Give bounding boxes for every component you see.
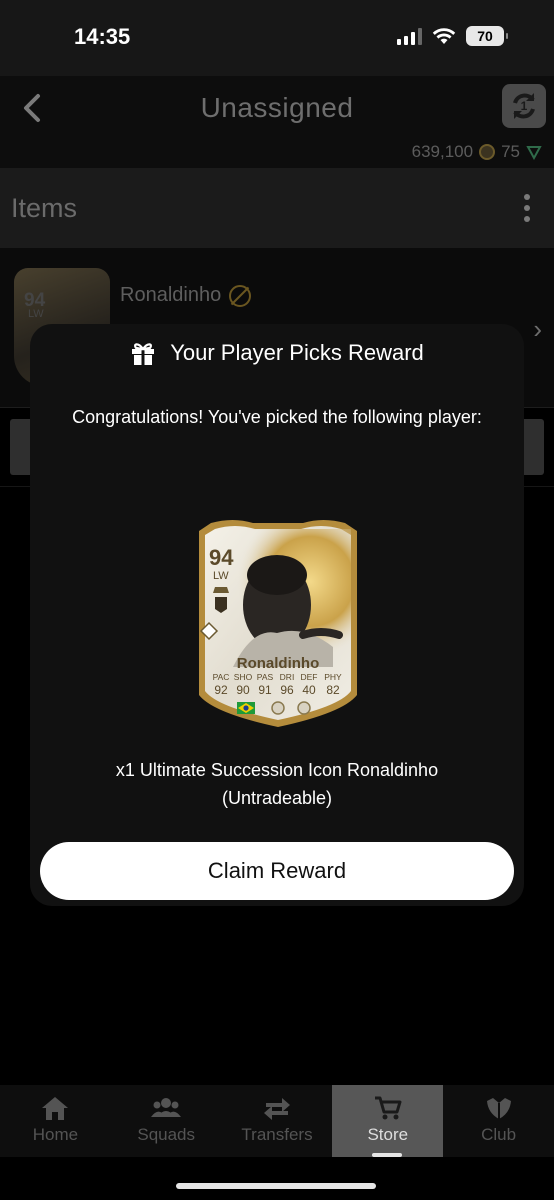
nav-store[interactable]: Store bbox=[332, 1085, 444, 1157]
brazil-flag-icon bbox=[237, 702, 255, 714]
icon-badge-icon bbox=[271, 701, 285, 715]
stat-value: 96 bbox=[280, 683, 294, 697]
wifi-icon bbox=[432, 28, 456, 44]
card-player-name: Ronaldinho bbox=[237, 655, 320, 672]
claim-reward-button[interactable]: Claim Reward bbox=[40, 842, 514, 900]
transfers-icon bbox=[263, 1098, 290, 1120]
nav-label: Transfers bbox=[241, 1125, 313, 1144]
stat-label: PAS bbox=[257, 672, 274, 682]
more-options-icon[interactable] bbox=[524, 194, 530, 222]
season-objectives-button[interactable]: 1 bbox=[502, 84, 546, 128]
points-icon bbox=[526, 146, 542, 160]
boot-icon bbox=[213, 587, 229, 593]
app-header: Unassigned 1 639,100 75 bbox=[0, 76, 554, 168]
squads-icon bbox=[151, 1098, 182, 1117]
nav-label: Club bbox=[481, 1125, 517, 1144]
club-icon bbox=[486, 1098, 511, 1119]
coin-icon bbox=[479, 144, 496, 160]
status-bar: 14:35 70 bbox=[0, 0, 554, 76]
club-badge-icon bbox=[297, 701, 311, 715]
points-value: 75 bbox=[501, 142, 520, 161]
modal-title: Your Player Picks Reward bbox=[170, 340, 424, 365]
nav-squads[interactable]: Squads bbox=[111, 1085, 222, 1157]
battery-icon: 70 bbox=[466, 26, 508, 46]
stat-label: SHO bbox=[234, 672, 253, 682]
row-player-name-text: Ronaldinho bbox=[120, 284, 222, 306]
chevron-right-icon: › bbox=[533, 314, 542, 344]
stat-label: PHY bbox=[324, 672, 342, 682]
coins-value: 639,100 bbox=[411, 142, 474, 161]
reward-line-2: (Untradeable) bbox=[221, 788, 333, 808]
nav-home[interactable]: Home bbox=[0, 1085, 111, 1157]
player-card: 94 LW Ronaldinho PAC SHO PAS DRI DEF PHY… bbox=[199, 520, 357, 727]
active-indicator bbox=[372, 1153, 403, 1157]
stat-value: 92 bbox=[214, 683, 228, 697]
home-icon bbox=[42, 1097, 69, 1120]
stat-label: PAC bbox=[213, 672, 230, 682]
stat-label: DRI bbox=[280, 672, 295, 682]
stat-value: 90 bbox=[236, 683, 250, 697]
modal-message: Congratulations! You've picked the follo… bbox=[72, 407, 482, 427]
cart-icon bbox=[374, 1096, 402, 1120]
bottom-nav: Home Squads Transfers Store Club bbox=[0, 1085, 554, 1157]
items-bar: Items bbox=[0, 168, 554, 248]
page-title: Unassigned bbox=[200, 92, 354, 123]
untradeable-icon bbox=[229, 284, 252, 307]
stat-value: 40 bbox=[302, 683, 316, 697]
modal-header: Your Player Picks Reward bbox=[30, 340, 524, 366]
currency-display: 639,100 75 bbox=[412, 142, 542, 162]
refresh-icon: 1 bbox=[513, 93, 535, 119]
status-time: 14:35 bbox=[74, 24, 131, 49]
row-card-position: LW bbox=[28, 308, 44, 320]
nav-label: Store bbox=[367, 1125, 409, 1144]
reward-modal: Your Player Picks Reward Congratulations… bbox=[30, 324, 524, 906]
status-icons: 70 bbox=[397, 26, 508, 46]
stat-value: 82 bbox=[326, 683, 340, 697]
gift-icon bbox=[132, 343, 155, 365]
home-indicator bbox=[176, 1183, 376, 1189]
card-rating: 94 bbox=[209, 545, 234, 570]
stat-value: 91 bbox=[258, 683, 272, 697]
row-player-name: Ronaldinho bbox=[120, 284, 252, 307]
signal-icon bbox=[397, 27, 422, 45]
reward-description: x1 Ultimate Succession Icon Ronaldinho (… bbox=[50, 756, 504, 812]
svg-text:1: 1 bbox=[521, 99, 528, 113]
card-position: LW bbox=[213, 570, 229, 582]
nav-label: Squads bbox=[137, 1125, 196, 1144]
items-title: Items bbox=[11, 193, 78, 223]
battery-level: 70 bbox=[477, 28, 493, 44]
nav-label: Home bbox=[32, 1125, 79, 1144]
reward-line-1: x1 Ultimate Succession Icon Ronaldinho bbox=[115, 760, 439, 780]
nav-transfers[interactable]: Transfers bbox=[222, 1085, 333, 1157]
nav-club[interactable]: Club bbox=[443, 1085, 554, 1157]
stat-label: DEF bbox=[301, 672, 318, 682]
